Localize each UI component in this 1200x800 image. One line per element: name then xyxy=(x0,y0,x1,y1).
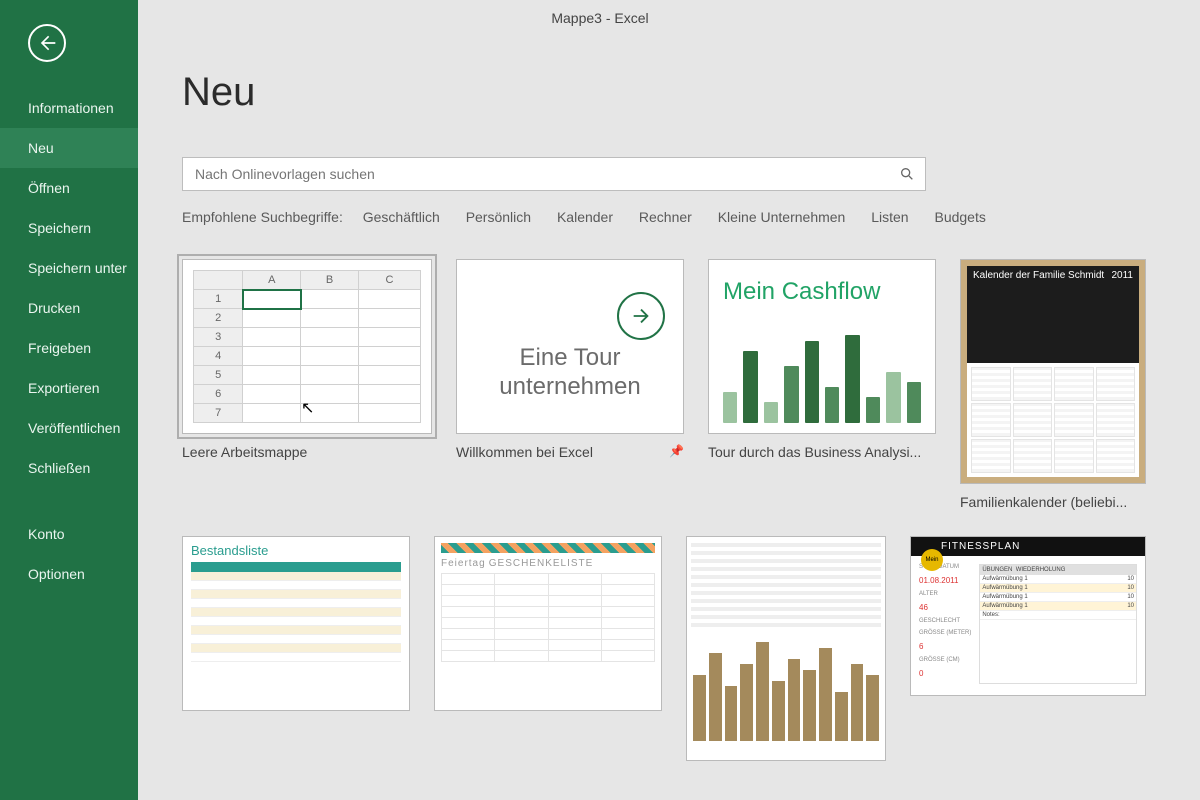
cursor-icon: ↖ xyxy=(301,398,314,418)
sidebar-item-neu[interactable]: Neu xyxy=(0,128,138,168)
backstage-sidebar: Informationen Neu Öffnen Speichern Speic… xyxy=(0,0,138,800)
template-thumb: A B C 1 2 3 4 5 6 7 ↖ xyxy=(182,259,432,434)
template-search[interactable] xyxy=(182,157,926,191)
sidebar-item-drucken[interactable]: Drucken xyxy=(0,288,138,328)
template-caption: Familienkalender (beliebi... xyxy=(960,494,1146,510)
suggest-link[interactable]: Budgets xyxy=(934,209,985,225)
sidebar-item-informationen[interactable]: Informationen xyxy=(0,88,138,128)
template-cashflow[interactable]: Mein Cashflow Tour durch das Business An… xyxy=(708,259,936,510)
template-geschenkliste[interactable]: Feiertag GESCHENKELISTE xyxy=(434,536,662,761)
sidebar-item-veroeffentlichen[interactable]: Veröffentlichen xyxy=(0,408,138,448)
pin-icon[interactable]: 📌 xyxy=(669,444,684,458)
sidebar-item-oeffnen[interactable]: Öffnen xyxy=(0,168,138,208)
template-thumb: Mein Cashflow xyxy=(708,259,936,434)
search-icon[interactable] xyxy=(899,166,915,182)
arrow-right-icon xyxy=(617,292,665,340)
suggest-link[interactable]: Persönlich xyxy=(466,209,531,225)
back-button[interactable] xyxy=(28,24,66,62)
search-input[interactable] xyxy=(183,158,899,190)
arrow-left-icon xyxy=(37,33,57,53)
suggest-label: Empfohlene Suchbegriffe: xyxy=(182,209,343,225)
suggest-link[interactable]: Kleine Unternehmen xyxy=(718,209,846,225)
sidebar-item-speichern[interactable]: Speichern xyxy=(0,208,138,248)
badge-icon: Mein xyxy=(921,549,943,571)
suggested-searches: Empfohlene Suchbegriffe: Geschäftlich Pe… xyxy=(182,209,1156,225)
template-thumb: Kalender der Familie Schmidt 2011 xyxy=(960,259,1146,484)
sidebar-item-freigeben[interactable]: Freigeben xyxy=(0,328,138,368)
template-caption: Tour durch das Business Analysi... xyxy=(708,444,936,460)
template-thumb: Eine Tour unternehmen xyxy=(456,259,684,434)
suggest-link[interactable]: Rechner xyxy=(639,209,692,225)
suggest-link[interactable]: Listen xyxy=(871,209,908,225)
sidebar-item-schliessen[interactable]: Schließen xyxy=(0,448,138,488)
page-title: Neu xyxy=(182,70,1156,115)
template-family-calendar[interactable]: Kalender der Familie Schmidt 2011 Famili… xyxy=(960,259,1146,510)
template-thumb: Mein FITNESSPLAN STARTDATUM01.08.2011 AL… xyxy=(910,536,1146,696)
template-thumb: Feiertag GESCHENKELISTE xyxy=(434,536,662,711)
template-welcome-tour[interactable]: Eine Tour unternehmen Willkommen bei Exc… xyxy=(456,259,684,510)
template-budget[interactable] xyxy=(686,536,886,761)
suggest-link[interactable]: Kalender xyxy=(557,209,613,225)
template-thumb: Bestandsliste xyxy=(182,536,410,711)
sidebar-item-exportieren[interactable]: Exportieren xyxy=(0,368,138,408)
template-caption: Leere Arbeitsmappe xyxy=(182,444,432,460)
sidebar-item-optionen[interactable]: Optionen xyxy=(0,554,138,594)
template-thumb xyxy=(686,536,886,761)
template-blank-workbook[interactable]: A B C 1 2 3 4 5 6 7 ↖ Leere Arbeitsmappe xyxy=(182,259,432,510)
template-caption: Willkommen bei Excel 📌 xyxy=(456,444,684,460)
sidebar-item-konto[interactable]: Konto xyxy=(0,514,138,554)
template-grid: A B C 1 2 3 4 5 6 7 ↖ Leere Arbeitsmappe xyxy=(182,259,1156,761)
template-fitnessplan[interactable]: Mein FITNESSPLAN STARTDATUM01.08.2011 AL… xyxy=(910,536,1146,761)
template-bestandsliste[interactable]: Bestandsliste xyxy=(182,536,410,761)
backstage-main: Neu Empfohlene Suchbegriffe: Geschäftlic… xyxy=(138,0,1200,800)
sidebar-item-speichern-unter[interactable]: Speichern unter xyxy=(0,248,138,288)
suggest-link[interactable]: Geschäftlich xyxy=(363,209,440,225)
